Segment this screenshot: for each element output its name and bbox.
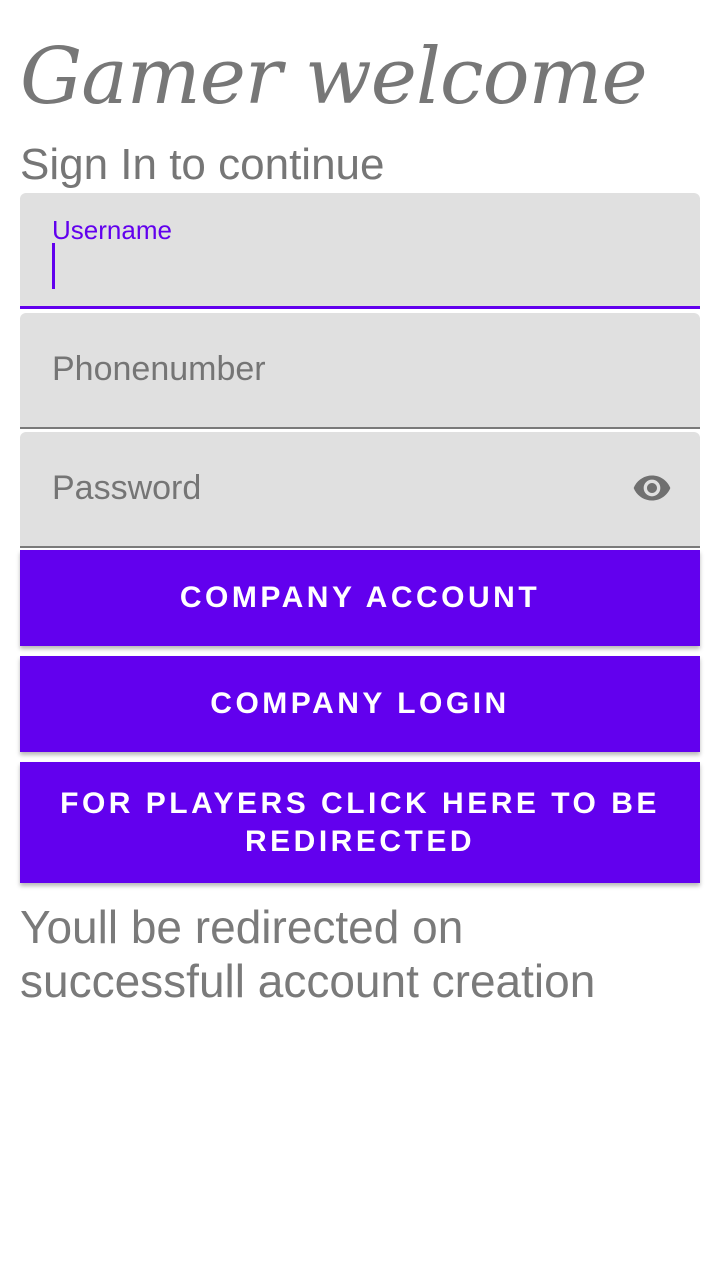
redirect-note: Youll be redirected on successfull accou…: [20, 901, 596, 1007]
username-field[interactable]: Username: [20, 193, 700, 309]
players-redirect-button[interactable]: FOR PLAYERS CLICK HERE TO BE REDIRECTED: [20, 762, 700, 883]
page-subtitle: Sign In to continue: [20, 140, 385, 189]
password-input[interactable]: [52, 432, 620, 545]
eye-icon[interactable]: [628, 468, 676, 508]
phone-field[interactable]: [20, 313, 700, 429]
page-title: Gamer welcome: [20, 32, 648, 122]
phone-input[interactable]: [52, 313, 620, 426]
company-account-button[interactable]: COMPANY ACCOUNT: [20, 550, 700, 646]
company-login-button[interactable]: COMPANY LOGIN: [20, 656, 700, 752]
password-field[interactable]: [20, 432, 700, 548]
username-label: Username: [52, 215, 172, 245]
text-cursor: [52, 243, 55, 289]
